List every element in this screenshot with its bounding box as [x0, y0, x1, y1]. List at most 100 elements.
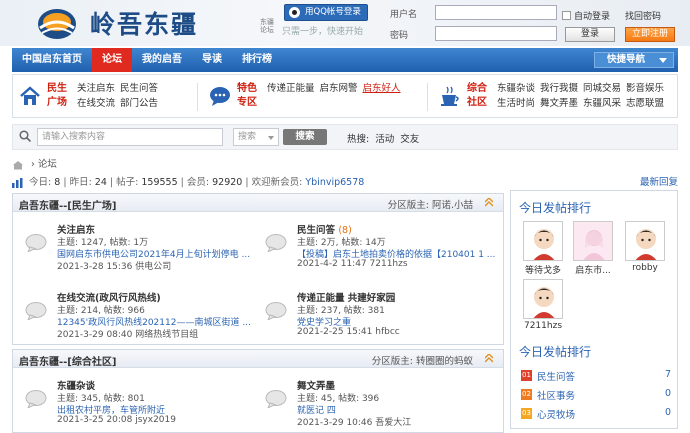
home-icon[interactable]	[12, 160, 24, 170]
username-input[interactable]	[435, 5, 557, 20]
forum-bubble-icon	[265, 390, 287, 408]
rank-item[interactable]: 01 民生问答 7	[521, 369, 671, 383]
section-minsheng: 启吾东疆--[民生广场] 分区版主: 阿诺.小喆 关注启东 主题: 1247, …	[12, 193, 504, 345]
user-avatar-item[interactable]: 等待戈多	[521, 221, 565, 276]
avatar	[533, 229, 555, 260]
bar-chart-icon	[12, 177, 23, 188]
cat-link[interactable]: 同城交易	[583, 83, 621, 94]
search-icon	[19, 130, 31, 142]
quick-nav-button[interactable]: 快捷导航	[594, 52, 674, 68]
avatar	[635, 229, 657, 260]
nav-my[interactable]: 我的启吾	[132, 48, 192, 72]
nav-guide[interactable]: 导读	[192, 48, 232, 72]
rank-item[interactable]: 02 社区事务 0	[521, 388, 671, 402]
forum-item[interactable]: 民生问答 (8) 主题: 2万, 帖数: 14万 【投稿】启东土地拍卖价格的依据…	[261, 218, 507, 270]
login-button[interactable]: 登录	[565, 27, 615, 42]
main-nav: 中国启东首页 论坛 我的启吾 导读 排行榜 快捷导航	[12, 48, 678, 72]
cat-link[interactable]: 在线交流	[77, 98, 115, 109]
cat-link[interactable]: 东疆风采	[583, 98, 621, 109]
auto-login-checkbox[interactable]	[562, 11, 571, 20]
collapse-icon[interactable]	[485, 198, 493, 207]
avatar	[583, 230, 605, 260]
password-input[interactable]	[435, 26, 557, 41]
user-avatar-item[interactable]: 7211hzs	[521, 279, 565, 331]
search-input[interactable]: 请输入搜索内容	[37, 128, 223, 146]
cat-link[interactable]: 东疆杂谈	[497, 83, 535, 94]
register-button[interactable]: 立即注册	[625, 27, 675, 42]
search-type-select[interactable]: 搜索	[233, 128, 279, 146]
forum-bubble-icon	[25, 390, 47, 408]
username-label: 用户名	[390, 10, 418, 20]
section-title[interactable]: 启吾东疆--[民生广场]	[19, 197, 116, 212]
forum-bubble-icon	[25, 302, 47, 320]
section-zonghe: 启吾东疆--[综合社区] 分区版主: 转圈圈的蚂蚁 东疆杂谈 主题: 345, …	[12, 349, 504, 433]
hot-search-link[interactable]: 交友	[400, 134, 419, 145]
site-logo[interactable]: 岭吾东疆 东疆论坛	[36, 2, 276, 44]
forum-bubble-icon	[265, 234, 287, 252]
cat-link[interactable]: 启东网警	[320, 83, 358, 94]
section-moderator: 分区版主: 转圈圈的蚂蚁	[371, 356, 473, 367]
cat-link[interactable]: 舞文弄墨	[540, 98, 578, 109]
forum-item[interactable]: 舞文弄墨 主题: 45, 帖数: 396 就医记 四 2021-3-29 10:…	[261, 374, 507, 428]
nav-home[interactable]: 中国启东首页	[12, 48, 92, 72]
forum-item[interactable]: 关注启东 主题: 1247, 帖数: 1万 国网启东市供电公司2021年4月上旬…	[21, 218, 267, 272]
forum-item[interactable]: 在线交流(政风行风热线) 主题: 214, 帖数: 966 12345'政风行风…	[21, 286, 267, 340]
cat-link[interactable]: 部门公告	[120, 98, 158, 109]
forum-stats: 今日: 8 | 昨日: 24 | 帖子: 159555 | 会员: 92920 …	[12, 174, 678, 188]
cat-link[interactable]: 志愿联盟	[626, 98, 664, 109]
category-bar: 民生广场 关注启东 民生问答 在线交流 部门公告 特色专区 传递正能量 启东网警 启东好…	[12, 74, 678, 118]
cat-link[interactable]: 传递正能量	[267, 83, 315, 94]
cat-link[interactable]: 影音娱乐	[626, 83, 664, 94]
site-title: 岭吾东疆	[90, 10, 199, 39]
coffee-cup-icon	[441, 86, 459, 106]
forgot-password-link[interactable]: 找回密码	[625, 9, 661, 22]
qq-icon	[289, 7, 300, 18]
nav-ranking[interactable]: 排行榜	[232, 48, 282, 72]
nav-forum[interactable]: 论坛	[92, 48, 132, 72]
sidebar: 今日发帖排行 等待戈多 启东市... robby 7211hzs 今日发帖排行 …	[510, 190, 678, 429]
category-minsheng: 民生广场 关注启东 民生问答 在线交流 部门公告	[13, 75, 193, 117]
cat-link[interactable]: 生活时尚	[497, 98, 535, 109]
divider	[427, 83, 428, 111]
slogan: 只需一步，快速开始	[282, 27, 364, 37]
sidebar-title: 今日发帖排行	[519, 345, 592, 359]
qq-login-button[interactable]: 用QQ帐号登录	[284, 4, 368, 21]
section-moderator: 分区版主: 阿诺.小喆	[387, 200, 473, 211]
cat-link[interactable]: 民生问答	[120, 83, 158, 94]
chat-bubble-icon	[210, 87, 230, 106]
globe-logo-icon	[38, 9, 76, 39]
user-avatar-item[interactable]: 启东市...	[571, 221, 615, 276]
forum-item[interactable]: 东疆杂谈 主题: 345, 帖数: 801 出租农村平房，车管所附近 2021-…	[21, 374, 267, 426]
latest-reply-link[interactable]: 最新回复	[640, 174, 678, 188]
rank-item[interactable]: 03 心灵牧场 0	[521, 407, 671, 421]
home-icon	[20, 86, 40, 105]
sidebar-title: 今日发帖排行	[519, 201, 592, 215]
category-tese: 特色专区 传递正能量 启东网警 启东好人	[203, 75, 423, 117]
hot-search-link[interactable]: 活动	[375, 134, 394, 145]
section-title[interactable]: 启吾东疆--[综合社区]	[19, 353, 116, 368]
hot-search: 热搜: 活动 交友	[347, 134, 420, 145]
breadcrumb-current[interactable]: 论坛	[38, 159, 57, 170]
category-zonghe: 综合社区 东疆杂谈 我行我摄 同城交易 影音娱乐 生活时尚 舞文弄墨 东疆风采 志愿联盟	[433, 75, 679, 117]
chevron-down-icon	[659, 58, 667, 63]
cat-link[interactable]: 关注启东	[77, 83, 115, 94]
auto-login-label[interactable]: 自动登录	[574, 9, 610, 22]
chevron-down-icon	[268, 136, 274, 140]
divider	[197, 83, 198, 111]
password-label: 密码	[390, 31, 409, 41]
forum-bubble-icon	[265, 302, 287, 320]
site-header: 岭吾东疆 东疆论坛 用QQ帐号登录 只需一步，快速开始 用户名 自动登录 找回密…	[0, 0, 690, 46]
search-bar: 请输入搜索内容 搜索 搜索 热搜: 活动 交友	[12, 124, 678, 150]
login-form: 用户名 自动登录 找回密码 密码 登录 立即注册	[390, 4, 690, 44]
forum-bubble-icon	[25, 234, 47, 252]
cat-link[interactable]: 我行我摄	[540, 83, 578, 94]
search-button[interactable]: 搜索	[283, 129, 327, 145]
avatar	[533, 287, 555, 318]
forum-item[interactable]: 传递正能量 共建好家园 主题: 237, 帖数: 381 党史学习之重 2021…	[261, 286, 507, 338]
cat-link[interactable]: 启东好人	[363, 83, 401, 94]
new-member-link[interactable]: Ybinvip6578	[305, 177, 364, 188]
user-avatar-item[interactable]: robby	[623, 221, 667, 273]
collapse-icon[interactable]	[485, 354, 493, 363]
logo-small-text: 东疆论坛	[260, 18, 274, 34]
breadcrumb: › 论坛	[12, 156, 57, 170]
